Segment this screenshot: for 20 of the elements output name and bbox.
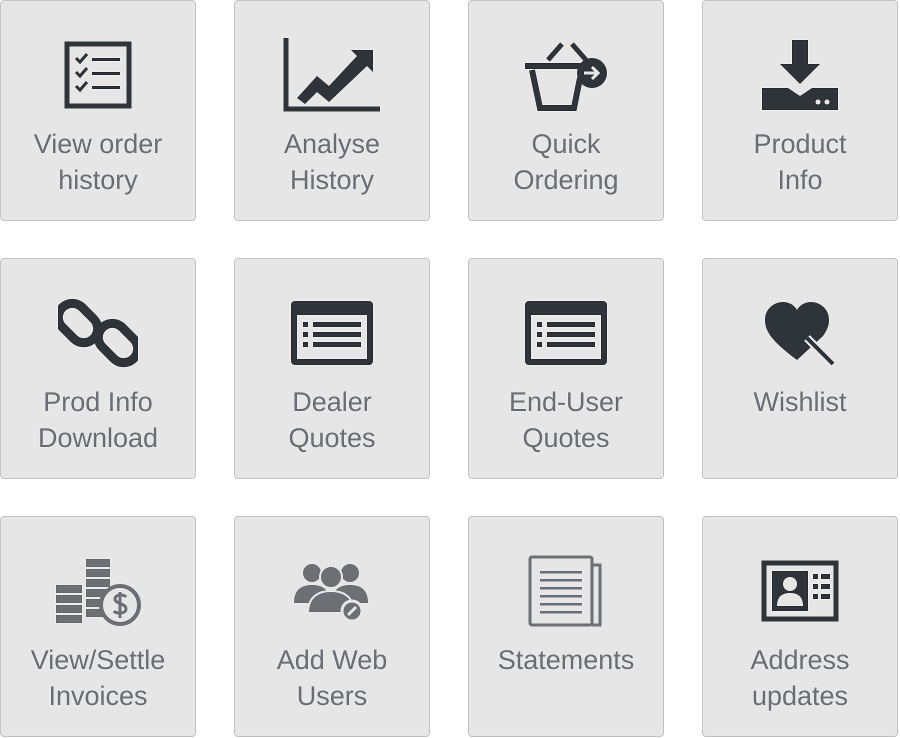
list-window-icon [523,299,609,367]
menu-tile[interactable]: View/Settle Invoices [0,516,196,737]
list-window-icon [289,299,375,367]
menu-tile[interactable]: Prod Info Download [0,258,196,479]
heart-pencil-icon [763,300,837,366]
checklist-icon [64,41,132,109]
document-icon [528,555,604,627]
menu-tile[interactable]: Wishlist [702,258,898,479]
menu-tile[interactable]: View order history [0,0,196,221]
menu-tile[interactable]: Statements [468,516,664,737]
menu-tile[interactable]: Quick Ordering [468,0,664,221]
menu-tile[interactable]: Dealer Quotes [234,258,430,479]
download-icon [760,38,840,112]
menu-tile[interactable]: Address updates [702,516,898,737]
id-card-icon [761,560,839,622]
menu-tile[interactable]: Analyse History [234,0,430,221]
menu-tile[interactable]: Product Info [702,0,898,221]
menu-tile[interactable]: End-User Quotes [468,258,664,479]
chart-icon [283,38,381,112]
menu-tile[interactable]: Add Web Users [234,516,430,737]
